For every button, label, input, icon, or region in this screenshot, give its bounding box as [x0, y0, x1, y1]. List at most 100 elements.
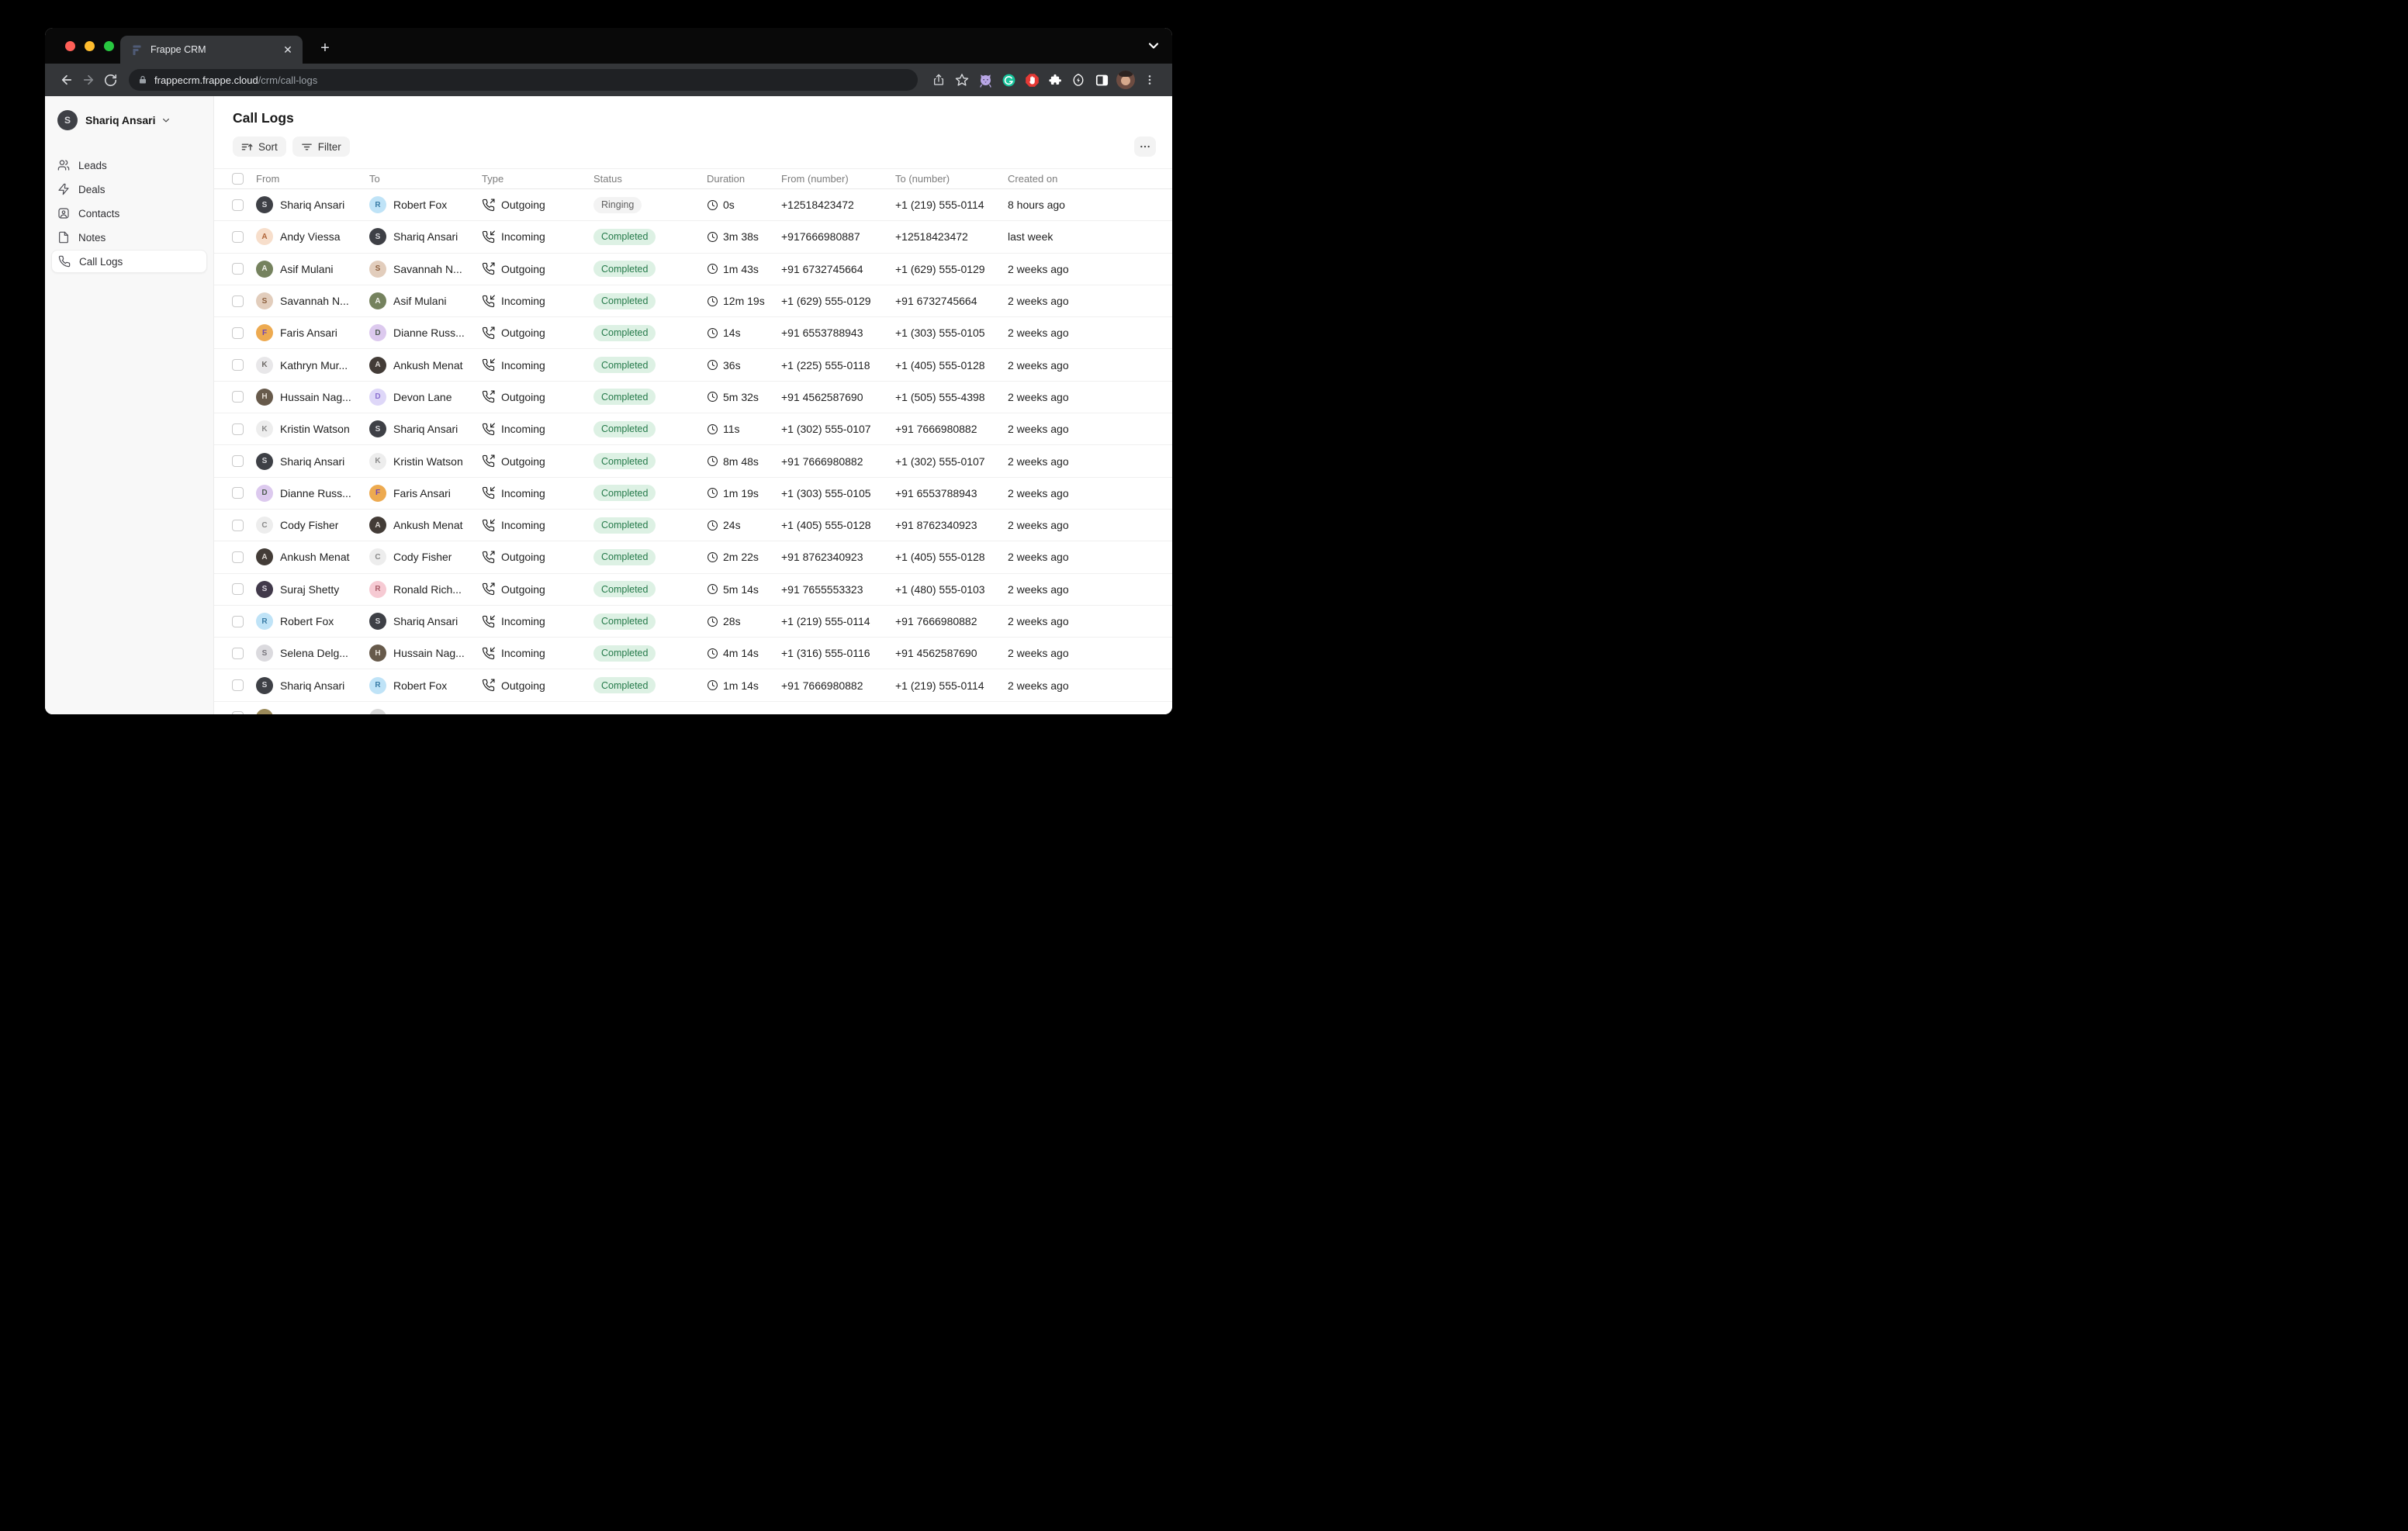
table-row[interactable]: K Kristin Watson S Shariq Ansari Incomin…	[214, 413, 1172, 445]
minimize-window-button[interactable]	[85, 41, 95, 51]
table-row[interactable]: S Shariq Ansari R Robert Fox Outgoing Co…	[214, 669, 1172, 701]
close-window-button[interactable]	[65, 41, 75, 51]
incoming-call-icon	[482, 647, 495, 660]
sidebar-item-notes[interactable]: Notes	[51, 226, 207, 249]
row-checkbox[interactable]	[232, 648, 244, 659]
row-checkbox[interactable]	[232, 327, 244, 339]
back-button[interactable]	[56, 69, 78, 91]
filter-button[interactable]: Filter	[292, 137, 350, 157]
column-header-type[interactable]: Type	[482, 173, 593, 185]
status-cell: Completed	[593, 293, 707, 309]
deals-icon	[57, 183, 70, 195]
row-checkbox[interactable]	[232, 359, 244, 371]
type-label: Incoming	[501, 519, 545, 531]
sidebar-item-label: Notes	[78, 232, 106, 244]
row-checkbox[interactable]	[232, 616, 244, 627]
tab-close-icon[interactable]: ✕	[281, 43, 295, 57]
octocat-extension-icon[interactable]	[974, 69, 997, 91]
column-header-duration[interactable]: Duration	[707, 173, 781, 185]
table-row[interactable]: F Faris Ansari D Dianne Russ... Outgoing…	[214, 317, 1172, 349]
sidebar-item-contacts[interactable]: Contacts	[51, 202, 207, 225]
column-header-created-on[interactable]: Created on	[1008, 173, 1172, 185]
status-badge: Completed	[593, 581, 656, 597]
sidebar-item-call-logs[interactable]: Call Logs	[51, 250, 207, 273]
row-checkbox[interactable]	[232, 295, 244, 307]
from-number: +1 (405) 555-0128	[781, 519, 895, 531]
browser-menu-button[interactable]	[1138, 69, 1161, 91]
tab-frappe-crm[interactable]: Frappe CRM ✕	[120, 36, 303, 64]
forward-button[interactable]	[78, 69, 99, 91]
column-header-from[interactable]: From	[256, 173, 369, 185]
row-select-cell	[214, 391, 256, 403]
row-checkbox[interactable]	[232, 711, 244, 714]
new-tab-button[interactable]: +	[315, 39, 335, 59]
user-menu[interactable]: S Shariq Ansari	[51, 107, 207, 133]
table-row[interactable]: S Shariq Ansari R Robert Fox Outgoing Ri…	[214, 189, 1172, 221]
clock-icon	[707, 359, 718, 371]
table-row[interactable]: S Savannah N... A Asif Mulani Incoming C…	[214, 285, 1172, 317]
sort-button[interactable]: Sort	[233, 137, 286, 157]
table-row[interactable]: H Hussain Nag... D Devon Lane Outgoing C…	[214, 382, 1172, 413]
from-avatar: K	[256, 357, 273, 374]
share-button[interactable]	[927, 69, 950, 91]
column-header-to-number-[interactable]: To (number)	[895, 173, 1008, 185]
table-row[interactable]: A Ankush Menat C Cody Fisher Outgoing Co…	[214, 541, 1172, 573]
row-select-cell	[214, 455, 256, 467]
from-number: +91 8762340923	[781, 551, 895, 563]
grammarly-extension-icon[interactable]	[997, 69, 1020, 91]
sidebar-item-leads[interactable]: Leads	[51, 154, 207, 177]
extensions-puzzle-icon[interactable]	[1043, 69, 1067, 91]
bookmark-star-button[interactable]	[950, 69, 974, 91]
table-row[interactable]: K Kathryn Mur... A Ankush Menat Incoming…	[214, 349, 1172, 381]
table-row[interactable]: S Shariq Ansari K Kristin Watson Outgoin…	[214, 445, 1172, 477]
to-cell: R Ronald Rich...	[369, 581, 482, 598]
incoming-call-icon	[482, 358, 495, 372]
table-row[interactable]: A Asif Mulani S Savannah N... Outgoing C…	[214, 254, 1172, 285]
zoom-window-button[interactable]	[104, 41, 114, 51]
reload-button[interactable]	[99, 69, 121, 91]
to-name: Kristin Watson	[393, 455, 463, 468]
row-checkbox[interactable]	[232, 583, 244, 595]
row-checkbox[interactable]	[232, 263, 244, 275]
adblock-extension-icon[interactable]	[1020, 69, 1043, 91]
to-name: Ankush Menat	[393, 519, 463, 531]
type-label: Outgoing	[501, 199, 545, 211]
to-cell: D Devon Lane	[369, 389, 482, 406]
side-panel-icon[interactable]	[1090, 69, 1113, 91]
table-row[interactable]: R Robert Fox S Shariq Ansari Incoming Co…	[214, 606, 1172, 638]
outgoing-call-icon	[482, 551, 495, 564]
from-number: +1 (316) 555-0116	[781, 647, 895, 659]
row-checkbox[interactable]	[232, 423, 244, 435]
table-row[interactable]: S Selena Delg... H Hussain Nag... Incomi…	[214, 638, 1172, 669]
table-row[interactable]: D Dianne Russ... F Faris Ansari Incoming…	[214, 478, 1172, 510]
column-header-from-number-[interactable]: From (number)	[781, 173, 895, 185]
row-checkbox[interactable]	[232, 455, 244, 467]
tab-search-chevron-icon[interactable]	[1147, 40, 1160, 52]
table-row[interactable]: S Suraj Shetty R Ronald Rich... Outgoing…	[214, 574, 1172, 606]
row-checkbox[interactable]	[232, 551, 244, 563]
row-select-cell	[214, 359, 256, 371]
table-row[interactable]: C Cody Fisher A Ankush Menat Incoming Co…	[214, 510, 1172, 541]
row-checkbox[interactable]	[232, 679, 244, 691]
browser-profile-avatar[interactable]	[1116, 71, 1135, 89]
row-checkbox[interactable]	[232, 199, 244, 211]
from-cell: D Dianne Russ...	[256, 485, 369, 502]
column-header-to[interactable]: To	[369, 173, 482, 185]
row-checkbox[interactable]	[232, 391, 244, 403]
more-options-button[interactable]	[1134, 137, 1156, 157]
row-checkbox[interactable]	[232, 231, 244, 243]
incoming-call-icon	[482, 486, 495, 499]
table-row[interactable]: A Andy Viessa S Shariq Ansari Incoming C…	[214, 221, 1172, 253]
row-checkbox[interactable]	[232, 520, 244, 531]
select-all-checkbox[interactable]	[232, 173, 244, 185]
table-row[interactable]	[214, 702, 1172, 714]
energy-saver-extension-icon[interactable]	[1067, 69, 1090, 91]
type-label: Outgoing	[501, 263, 545, 275]
column-header-status[interactable]: Status	[593, 173, 707, 185]
row-checkbox[interactable]	[232, 487, 244, 499]
type-cell: Incoming	[482, 647, 593, 660]
to-number: +91 6553788943	[895, 487, 1008, 499]
address-bar[interactable]: frappecrm.frappe.cloud/crm/call-logs	[129, 69, 918, 91]
sidebar-item-deals[interactable]: Deals	[51, 178, 207, 201]
to-cell: K Kristin Watson	[369, 453, 482, 470]
